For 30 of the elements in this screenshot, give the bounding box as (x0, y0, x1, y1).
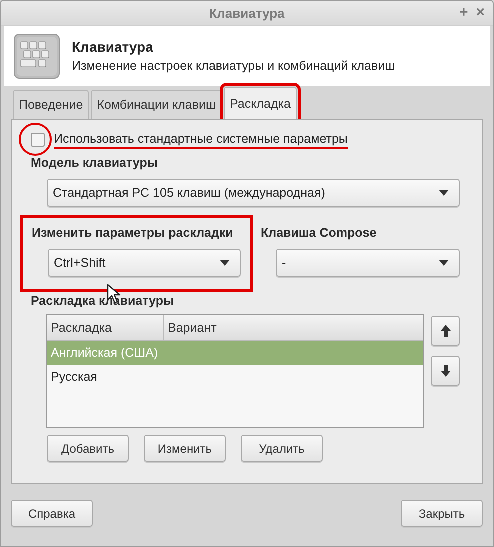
checkbox-label: Использовать стандартные системные параметры (54, 132, 348, 148)
dropdown[interactable]: Стандартная PC 105 клавиш (международная) (47, 179, 460, 207)
field-label: Клавиша Compose (261, 226, 378, 240)
move-up-button[interactable] (431, 316, 460, 346)
close-dialog-button[interactable]: Закрыть (401, 500, 483, 527)
field-label: Изменить параметры раскладки (32, 226, 234, 240)
dropdown-arrow-icon (220, 260, 230, 266)
dropdown-arrow-icon (439, 190, 449, 196)
up-arrow-icon (440, 325, 450, 337)
window-title: Клавиатура (209, 6, 285, 20)
column-header[interactable]: Вариант (164, 315, 423, 340)
header-title: Клавиатура (72, 39, 154, 55)
keyboard-icon (14, 34, 60, 78)
help-button[interactable]: Справка (11, 500, 93, 527)
dropdown[interactable]: Ctrl+Shift (48, 249, 241, 277)
dropdown[interactable]: - (276, 249, 460, 277)
header-subtitle: Изменение настроек клавиатуры и комбинаций клавиш (72, 59, 396, 73)
layout-action-button[interactable]: Изменить (144, 435, 226, 462)
table-row[interactable]: Русская (47, 365, 423, 389)
layout-action-button[interactable]: Добавить (47, 435, 129, 462)
checkbox[interactable] (31, 133, 45, 147)
tab[interactable]: Комбинации клавиш (91, 90, 222, 119)
down-arrow-icon (440, 365, 450, 377)
layout-action-button[interactable]: Удалить (241, 435, 323, 462)
column-header[interactable]: Раскладка (47, 315, 164, 340)
dropdown-arrow-icon (439, 260, 449, 266)
field-label: Модель клавиатуры (31, 156, 160, 170)
section-label: Раскладка клавиатуры (31, 294, 176, 308)
tab[interactable]: Поведение (13, 90, 90, 119)
move-down-button[interactable] (431, 356, 460, 386)
